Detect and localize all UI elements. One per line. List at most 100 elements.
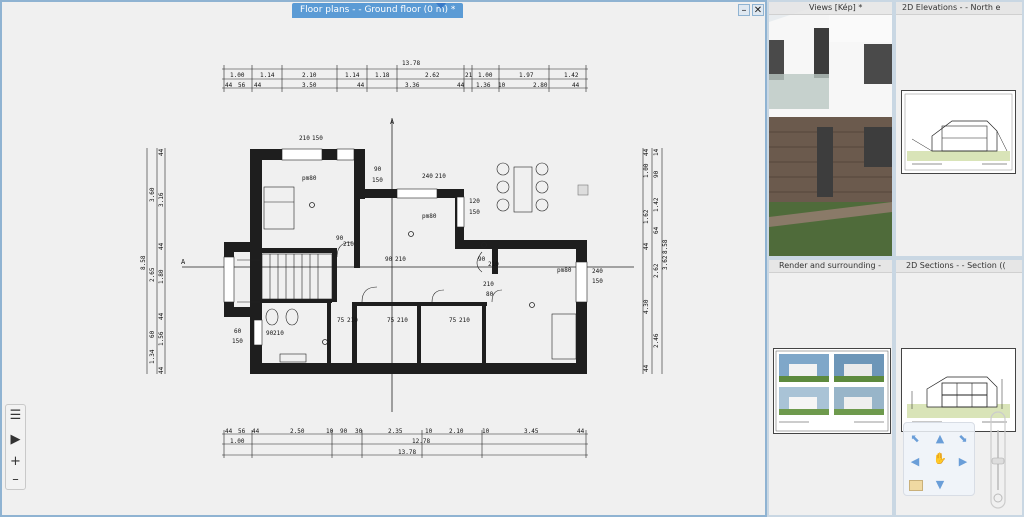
label-w6b: 150 [232,338,243,345]
label-d1b: 210 [343,241,354,248]
section-a-left: A [181,258,186,266]
render-thumbnail[interactable] [773,348,891,434]
zoom-slider[interactable] [988,410,1008,510]
dim-right-14: 14 [653,148,660,156]
navigation-widget[interactable]: ⬉ ▲ ⬊ ◀ ✋ ▶ ▼ [903,422,975,496]
dim-top-4: 1.14 [345,72,360,79]
dim-top-r2-5: 44 [357,82,365,89]
label-d2a: 90 [385,256,393,263]
dim-top-r2-10: 2.80 [533,82,548,89]
label-d5b: 210 [347,317,358,324]
elevations-panel-title[interactable]: 2D Elevations - - North e [902,3,1000,12]
label-d4b: 80 [486,291,494,298]
dim-left-6: 60 [149,330,156,338]
label-w1b: 150 [312,135,323,142]
dim-bot-total: 13.78 [398,449,416,456]
sections-panel-title[interactable]: 2D Sections - - Section (( [906,261,1006,270]
label-d6b: 210 [397,317,408,324]
section-a-top: A [390,118,395,126]
label-pm2: pm80 [422,213,437,220]
label-w3a: 240 [422,173,433,180]
dim-bot-10: 2.10 [449,428,464,435]
play-icon[interactable]: ▶ [6,431,25,449]
dim-top-r2-6: 3.36 [405,82,420,89]
floor-plan-panel[interactable]: 13.78 1.00 1.14 2.10 1.14 1.18 2.62 21 1… [0,0,767,517]
label-d4a: 210 [483,281,494,288]
dim-left-4: 2.65 [149,267,156,282]
pan-hand-icon[interactable]: ✋ [932,453,948,471]
label-w5a: 240 [592,268,603,275]
dim-bot-11: 10 [482,428,490,435]
label-w5b: 150 [592,278,603,285]
dim-bot-r2-1: 1.00 [230,438,245,445]
dim-right-10: 44 [643,242,650,250]
label-d6a: 75 [387,317,395,324]
dim-right-5: 2.62 [653,263,660,278]
nav-up-left-icon[interactable]: ⬉ [909,433,921,445]
label-w4a: 120 [469,198,480,205]
dim-top-r2-8: 1.36 [476,82,491,89]
dim-left-11: 44 [158,312,165,320]
zoom-out-icon[interactable]: – [6,471,25,489]
dim-left-2: 3.16 [158,192,165,207]
dim-right-12: 90 [653,170,660,178]
views-panel[interactable]: Views [Kép] * [767,0,894,258]
label-d5a: 75 [337,317,345,324]
views-panel-title[interactable]: Views [Kép] * [809,3,862,12]
label-w4b: 150 [469,209,480,216]
tab-dropdown-icon[interactable] [436,3,446,9]
dim-right-2: 1.42 [653,197,660,212]
dim-bot-r2-2: 12.78 [412,438,430,445]
label-w6a: 60 [234,328,242,335]
dim-top-7: 21 [465,72,473,79]
dim-right-9: 44 [643,148,650,156]
render-panel[interactable]: Render and surrounding - [767,258,894,517]
dim-top-3: 2.10 [302,72,317,79]
dim-left-10: 44 [158,242,165,250]
dim-bot-12: 3.45 [524,428,539,435]
dim-bot-9: 10 [425,428,433,435]
dim-top-r2-7: 44 [457,82,465,89]
dim-top-r2-11: 44 [572,82,580,89]
label-w3b: 210 [435,173,446,180]
render-panel-title[interactable]: Render and surrounding - [779,261,881,270]
label-d7a: 75 [449,317,457,324]
label-d3b: 210 [488,261,499,268]
label-w1a: 210 [299,135,310,142]
floor-plan-canvas[interactable]: 13.78 1.00 1.14 2.10 1.14 1.18 2.62 21 1… [2,2,765,515]
dim-bot-5: 10 [326,428,334,435]
nav-up-icon[interactable]: ▲ [934,433,946,445]
label-d2b: 210 [395,256,406,263]
3d-view-image[interactable] [769,2,892,256]
elevation-thumbnail[interactable] [901,90,1016,174]
list-icon[interactable]: ☰ [6,407,25,425]
dim-top-total: 13.78 [402,60,420,67]
minimize-button[interactable]: – [738,4,750,16]
elevations-panel[interactable]: 2D Elevations - - North e [894,0,1024,258]
dim-top-6: 2.62 [425,72,440,79]
dim-right-13: 64 [653,226,660,234]
label-w2a: 90 [374,166,382,173]
dim-top-8: 1.00 [478,72,493,79]
render-sheet [775,350,889,432]
label-w2b: 150 [372,177,383,184]
nav-down-right-icon[interactable]: ⬊ [957,433,969,445]
dim-top-5: 1.18 [375,72,390,79]
label-pm1: pm80 [302,175,317,182]
nav-down-icon[interactable]: ▼ [934,479,946,491]
dim-top-10: 1.42 [564,72,579,79]
label-d3a: 90 [478,256,486,263]
dim-left-9: 44 [158,148,165,156]
zoom-in-icon[interactable]: + [6,453,25,471]
nav-right-icon[interactable]: ▶ [957,456,969,468]
dim-top-r2-9: 10 [498,82,506,89]
dim-top-2: 1.14 [260,72,275,79]
nav-left-icon[interactable]: ◀ [909,456,921,468]
label-pm3: pm80 [557,267,572,274]
dim-bot-6: 90 [340,428,348,435]
close-button[interactable]: ✕ [752,4,764,16]
dim-bot-8: 2.35 [388,428,403,435]
dim-bot-7: 30 [355,428,363,435]
layer-icon[interactable] [909,480,923,491]
app-root: 13.78 1.00 1.14 2.10 1.14 1.18 2.62 21 1… [0,0,1024,517]
